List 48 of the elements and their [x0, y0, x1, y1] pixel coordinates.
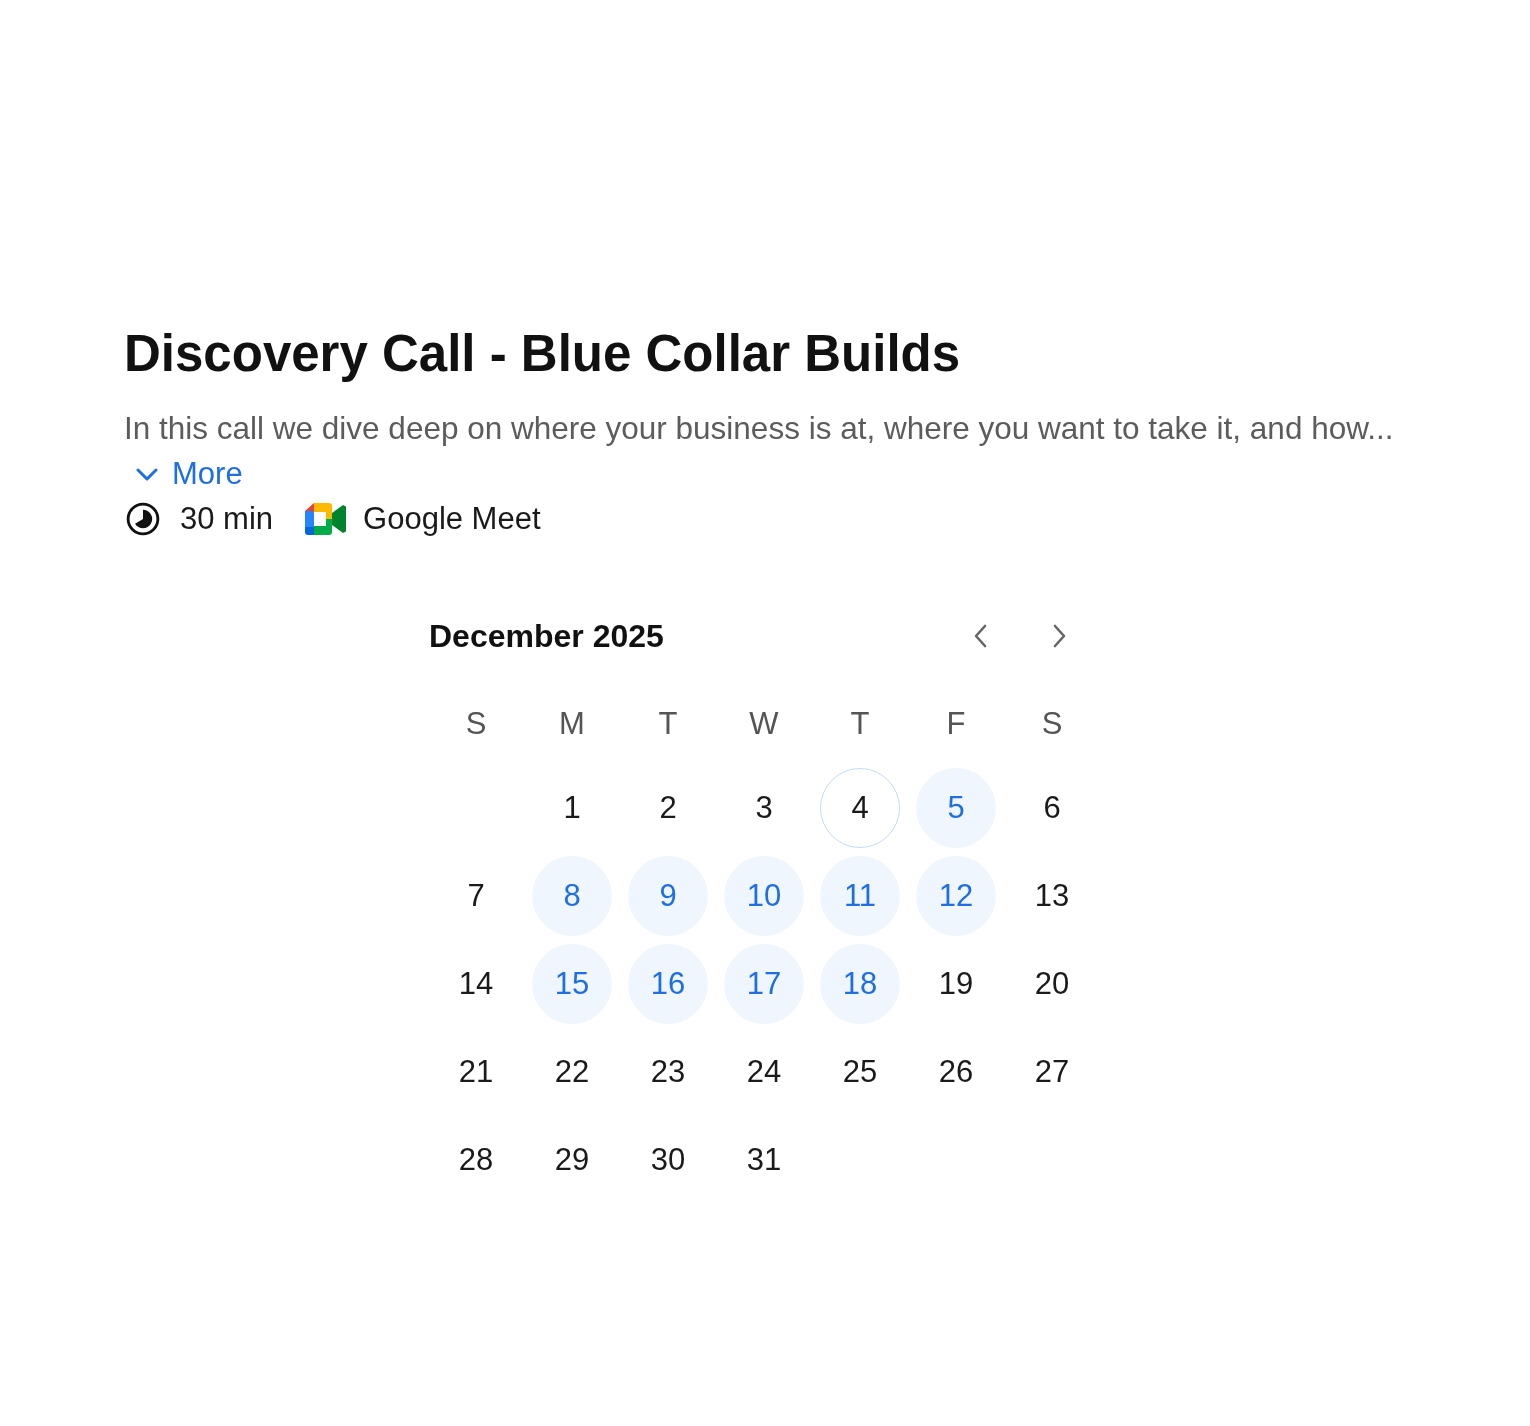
weekday-label: S — [465, 705, 487, 743]
duration-label: 30 min — [180, 500, 274, 538]
date-button[interactable]: 9 — [628, 856, 708, 936]
chevron-right-icon — [1053, 624, 1067, 648]
date-label: 25 — [842, 1054, 878, 1090]
date-label: 6 — [1043, 790, 1061, 826]
date-label: 21 — [458, 1054, 494, 1090]
event-title: Discovery Call - Blue Collar Builds — [124, 324, 961, 384]
date-label: 1 — [563, 790, 581, 826]
date-label: 7 — [467, 878, 485, 914]
date-label: 13 — [1034, 878, 1070, 914]
date-label: 2 — [659, 790, 677, 826]
more-link[interactable]: More — [124, 454, 243, 494]
weekday-label: S — [1041, 705, 1063, 743]
clock-icon — [126, 502, 160, 536]
date-label: 31 — [746, 1142, 782, 1178]
weekday-label: W — [749, 705, 779, 743]
date-label: 19 — [938, 966, 974, 1002]
video-camera-icon — [305, 503, 347, 535]
date-label: 27 — [1034, 1054, 1070, 1090]
weekday-label: T — [658, 705, 678, 743]
date-label: 14 — [458, 966, 494, 1002]
weekday-label: T — [850, 705, 870, 743]
date-button[interactable]: 10 — [724, 856, 804, 936]
date-label: 28 — [458, 1142, 494, 1178]
weekday-label: M — [559, 705, 585, 743]
date-button[interactable]: 5 — [916, 768, 996, 848]
date-button[interactable]: 16 — [628, 944, 708, 1024]
date-label: 29 — [554, 1142, 590, 1178]
weekday-label: F — [946, 705, 966, 743]
date-label: 20 — [1034, 966, 1070, 1002]
date-button[interactable]: 8 — [532, 856, 612, 936]
date-label: 24 — [746, 1054, 782, 1090]
date-button[interactable]: 17 — [724, 944, 804, 1024]
date-button[interactable]: 18 — [820, 944, 900, 1024]
date-label: 3 — [755, 790, 773, 826]
chevron-down-icon — [136, 467, 158, 481]
month-title: December 2025 — [428, 617, 664, 656]
date-label: 22 — [554, 1054, 590, 1090]
date-button[interactable]: 15 — [532, 944, 612, 1024]
date-label: 26 — [938, 1054, 974, 1090]
chevron-left-icon — [973, 624, 987, 648]
date-button[interactable]: 11 — [820, 856, 900, 936]
date-label: 23 — [650, 1054, 686, 1090]
location-label: Google Meet — [363, 500, 541, 538]
date-label: 30 — [650, 1142, 686, 1178]
date-button[interactable]: 12 — [916, 856, 996, 936]
event-description: In this call we dive deep on where your business is at, where you want to take it, and how... — [124, 409, 1394, 448]
